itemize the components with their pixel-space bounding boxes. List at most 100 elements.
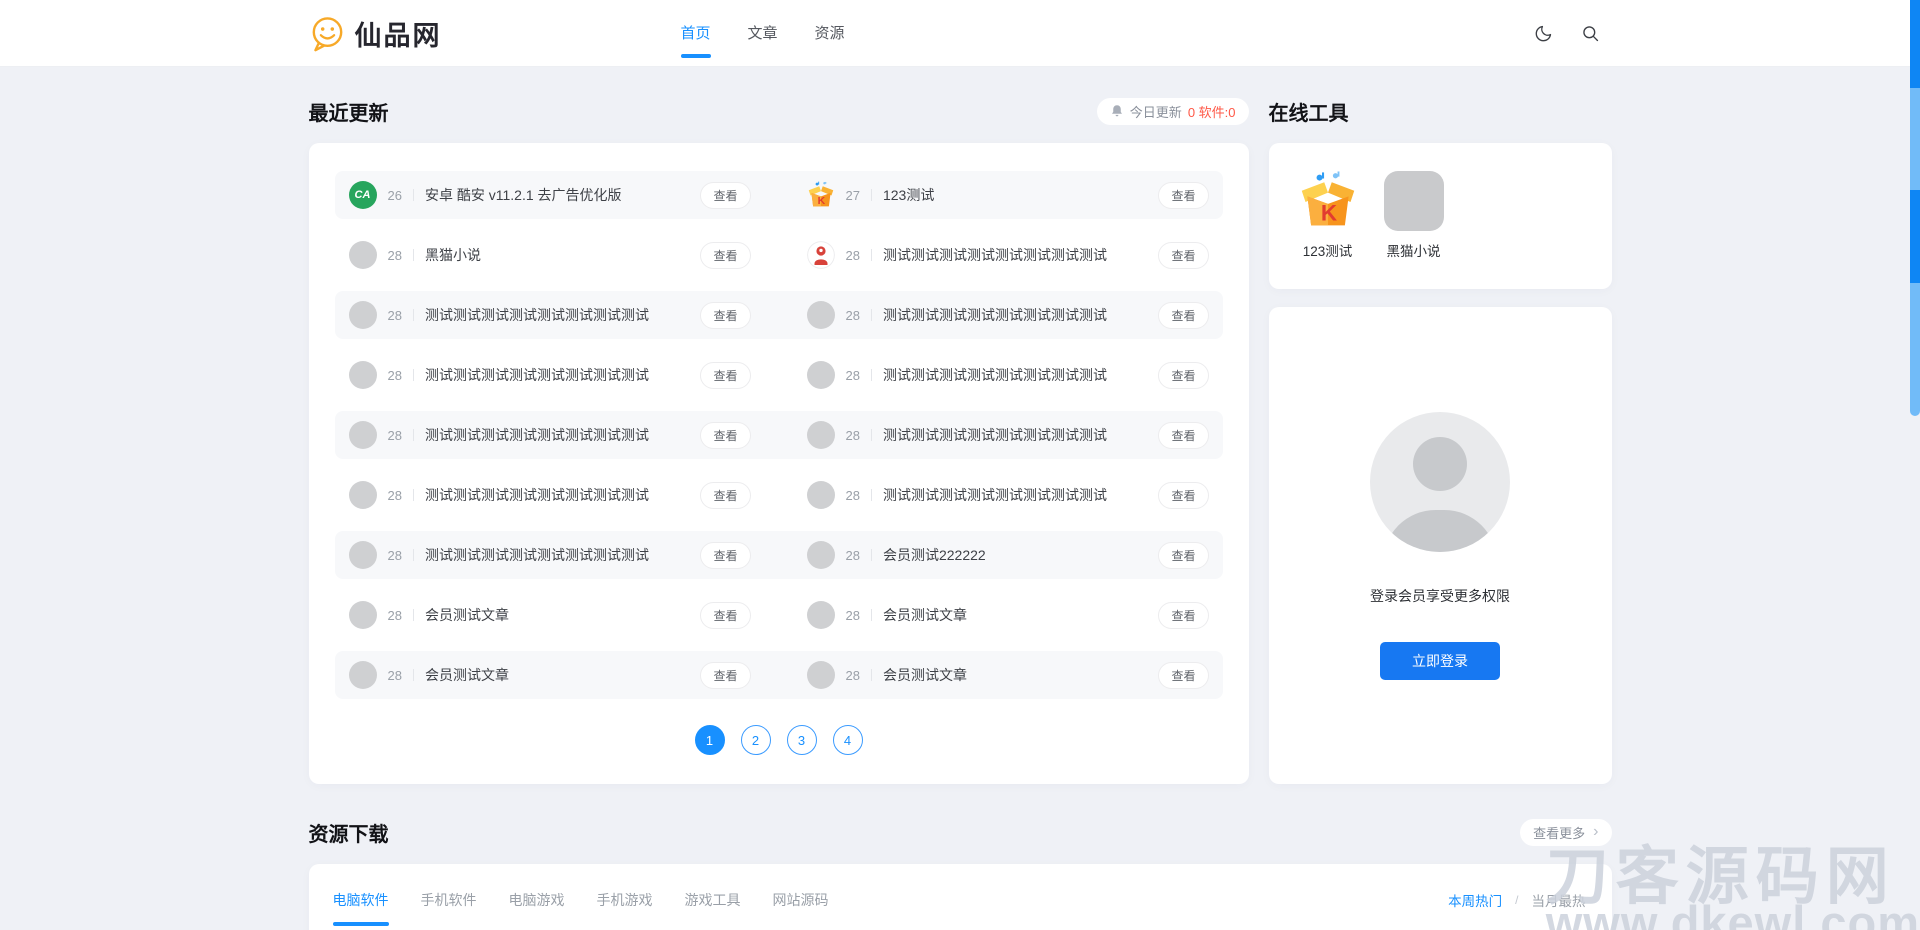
view-button[interactable]: 查看 bbox=[1158, 482, 1208, 509]
item-number: 28 bbox=[846, 548, 860, 563]
nav-item-home[interactable]: 首页 bbox=[681, 0, 711, 67]
tab-game-tools[interactable]: 游戏工具 bbox=[685, 890, 741, 926]
view-button[interactable]: 查看 bbox=[1158, 362, 1208, 389]
placeholder-icon bbox=[349, 481, 377, 509]
tab-mobile-software[interactable]: 手机软件 bbox=[421, 890, 477, 926]
recent-rows: CA26安卓 酷安 v11.2.1 去广告优化版查看K27123测试查看28黑猫… bbox=[335, 171, 1223, 699]
mascot-icon bbox=[807, 241, 835, 269]
view-more-button[interactable]: 查看更多 › bbox=[1520, 819, 1611, 846]
placeholder-icon bbox=[349, 541, 377, 569]
list-item[interactable]: 28测试测试测试测试测试测试测试测试查看 bbox=[793, 241, 1223, 269]
list-item[interactable]: CA26安卓 酷安 v11.2.1 去广告优化版查看 bbox=[335, 181, 765, 209]
page-button-4[interactable]: 4 bbox=[833, 725, 863, 755]
tab-pc-games[interactable]: 电脑游戏 bbox=[509, 890, 565, 926]
page-button-3[interactable]: 3 bbox=[787, 725, 817, 755]
list-item[interactable]: 28测试测试测试测试测试测试测试测试查看 bbox=[793, 421, 1223, 449]
list-item[interactable]: 28测试测试测试测试测试测试测试测试查看 bbox=[793, 361, 1223, 389]
view-button[interactable]: 查看 bbox=[700, 362, 750, 389]
view-button[interactable]: 查看 bbox=[1158, 662, 1208, 689]
item-number: 28 bbox=[388, 428, 402, 443]
list-item[interactable]: 28测试测试测试测试测试测试测试测试查看 bbox=[335, 541, 765, 569]
view-button[interactable]: 查看 bbox=[700, 182, 750, 209]
scrollbar-thumb[interactable] bbox=[1910, 190, 1920, 283]
list-item[interactable]: 28测试测试测试测试测试测试测试测试查看 bbox=[793, 301, 1223, 329]
login-button[interactable]: 立即登录 bbox=[1380, 642, 1500, 680]
site-logo[interactable]: 仙品网 bbox=[309, 14, 442, 53]
tab-pc-software[interactable]: 电脑软件 bbox=[333, 890, 389, 926]
list-item[interactable]: 28会员测试文章查看 bbox=[335, 601, 765, 629]
view-button[interactable]: 查看 bbox=[1158, 542, 1208, 569]
site-name: 仙品网 bbox=[355, 14, 442, 53]
dark-mode-icon[interactable] bbox=[1534, 24, 1553, 43]
table-row: 28测试测试测试测试测试测试测试测试查看 28测试测试测试测试测试测试测试测试查看 bbox=[335, 471, 1223, 519]
header-actions bbox=[1534, 24, 1612, 43]
tool-item[interactable]: 黑猫小说 bbox=[1379, 171, 1449, 265]
bell-icon bbox=[1110, 104, 1124, 118]
header: 仙品网 首页文章资源 bbox=[0, 0, 1920, 67]
avatar bbox=[1370, 412, 1510, 552]
tab-mobile-games[interactable]: 手机游戏 bbox=[597, 890, 653, 926]
scrollbar[interactable] bbox=[1910, 0, 1920, 416]
chevron-right-icon: › bbox=[1593, 824, 1598, 840]
placeholder-icon bbox=[807, 661, 835, 689]
list-item[interactable]: 28测试测试测试测试测试测试测试测试查看 bbox=[335, 301, 765, 329]
scrollbar-thumb[interactable] bbox=[1910, 0, 1920, 88]
tools-title: 在线工具 bbox=[1269, 97, 1349, 126]
placeholder-icon bbox=[349, 661, 377, 689]
kuwo-box-icon: K bbox=[807, 181, 835, 209]
badge-label: 今日更新 bbox=[1130, 102, 1182, 121]
tab-site-source[interactable]: 网站源码 bbox=[773, 890, 829, 926]
view-button[interactable]: 查看 bbox=[1158, 302, 1208, 329]
list-item[interactable]: 28 测试测试测试测试测试测试测试测试查看 bbox=[335, 421, 765, 449]
view-button[interactable]: 查看 bbox=[1158, 602, 1208, 629]
svg-text:K: K bbox=[1320, 201, 1337, 226]
nav-item-resources[interactable]: 资源 bbox=[815, 0, 845, 67]
tab-week-hot[interactable]: 本周热门 bbox=[1448, 890, 1502, 910]
view-more-label: 查看更多 bbox=[1533, 823, 1585, 842]
placeholder-icon bbox=[807, 301, 835, 329]
view-button[interactable]: 查看 bbox=[1158, 242, 1208, 269]
item-title: 测试测试测试测试测试测试测试测试 bbox=[425, 425, 690, 445]
table-row: 28测试测试测试测试测试测试测试测试查看 28会员测试222222查看 bbox=[335, 531, 1223, 579]
item-number: 28 bbox=[388, 548, 402, 563]
svg-text:K: K bbox=[817, 195, 825, 207]
view-button[interactable]: 查看 bbox=[1158, 422, 1208, 449]
view-button[interactable]: 查看 bbox=[1158, 182, 1208, 209]
tool-item[interactable]: K123测试 bbox=[1293, 171, 1363, 265]
page-button-2[interactable]: 2 bbox=[741, 725, 771, 755]
view-button[interactable]: 查看 bbox=[700, 542, 750, 569]
placeholder-icon bbox=[349, 241, 377, 269]
list-item[interactable]: 28黑猫小说查看 bbox=[335, 241, 765, 269]
divider bbox=[413, 489, 414, 501]
view-button[interactable]: 查看 bbox=[700, 482, 750, 509]
item-number: 26 bbox=[388, 188, 402, 203]
list-item[interactable]: 28测试测试测试测试测试测试测试测试查看 bbox=[335, 481, 765, 509]
view-button[interactable]: 查看 bbox=[700, 242, 750, 269]
search-icon[interactable] bbox=[1581, 24, 1600, 43]
list-item[interactable]: 28会员测试文章查看 bbox=[335, 661, 765, 689]
divider bbox=[413, 609, 414, 621]
tab-month-hot[interactable]: 当月最热 bbox=[1532, 890, 1586, 910]
resource-tabs: 电脑软件手机软件电脑游戏手机游戏游戏工具网站源码 bbox=[333, 890, 829, 926]
list-item[interactable]: 28会员测试222222查看 bbox=[793, 541, 1223, 569]
nav-item-articles[interactable]: 文章 bbox=[748, 0, 778, 67]
list-item[interactable]: 28测试测试测试测试测试测试测试测试查看 bbox=[335, 361, 765, 389]
view-button[interactable]: 查看 bbox=[700, 602, 750, 629]
list-item[interactable]: 28会员测试文章查看 bbox=[793, 601, 1223, 629]
item-title: 安卓 酷安 v11.2.1 去广告优化版 bbox=[425, 185, 690, 205]
list-item[interactable]: K27123测试查看 bbox=[793, 181, 1223, 209]
list-item[interactable]: 28会员测试文章查看 bbox=[793, 661, 1223, 689]
divider bbox=[871, 189, 872, 201]
item-title: 会员测试文章 bbox=[425, 665, 690, 685]
view-button[interactable]: 查看 bbox=[700, 662, 750, 689]
item-title: 测试测试测试测试测试测试测试测试 bbox=[883, 245, 1148, 265]
view-button[interactable]: 查看 bbox=[700, 422, 750, 449]
view-button[interactable]: 查看 bbox=[700, 302, 750, 329]
item-title: 测试测试测试测试测试测试测试测试 bbox=[883, 305, 1148, 325]
table-row: 28测试测试测试测试测试测试测试测试查看 28测试测试测试测试测试测试测试测试查看 bbox=[335, 291, 1223, 339]
avatar-body bbox=[1383, 510, 1497, 552]
item-number: 28 bbox=[388, 488, 402, 503]
item-number: 28 bbox=[846, 428, 860, 443]
list-item[interactable]: 28测试测试测试测试测试测试测试测试查看 bbox=[793, 481, 1223, 509]
page-button-1[interactable]: 1 bbox=[695, 725, 725, 755]
